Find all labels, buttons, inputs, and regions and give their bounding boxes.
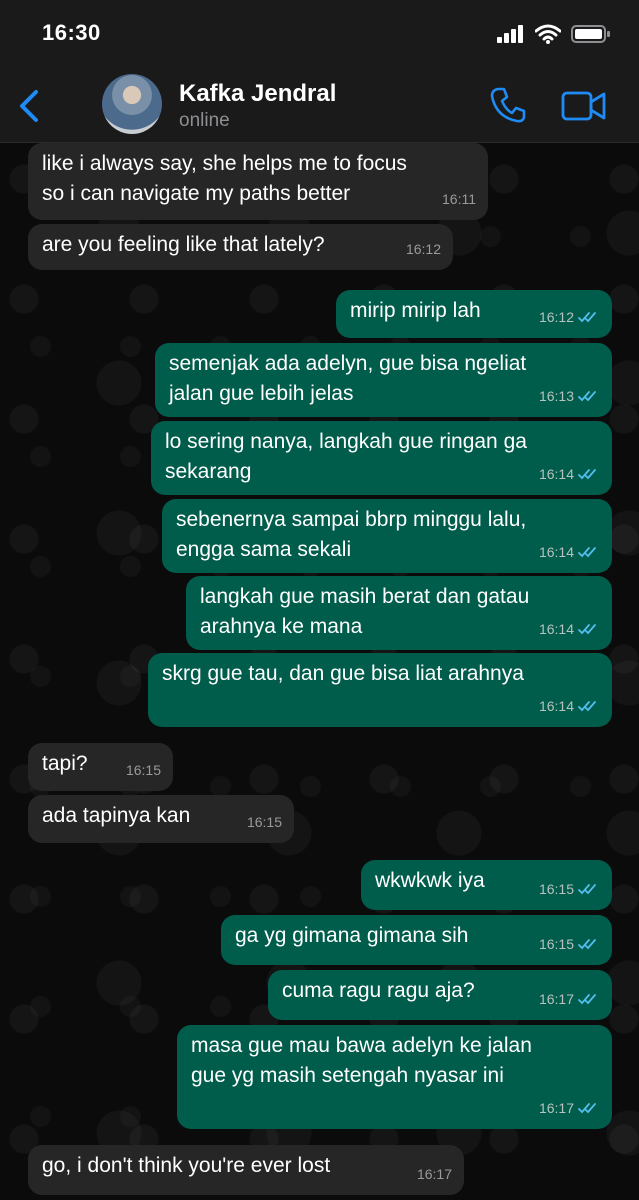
message-bubble-outgoing[interactable]: cuma ragu ragu aja? 16:17 xyxy=(268,970,612,1020)
read-receipt-icon xyxy=(578,547,596,558)
contact-status: online xyxy=(179,110,230,131)
read-receipt-icon xyxy=(578,1103,596,1114)
read-receipt-icon xyxy=(578,391,596,402)
contact-avatar[interactable] xyxy=(102,74,162,134)
chat-message-list[interactable]: like i always say, she helps me to focus… xyxy=(0,143,639,1200)
message-time: 16:15 xyxy=(538,936,574,952)
read-receipt-icon xyxy=(578,884,596,895)
status-bar: 16:30 xyxy=(0,0,639,70)
message-bubble-outgoing[interactable]: lo sering nanya, langkah gue ringan ga s… xyxy=(151,421,612,495)
message-time: 16:13 xyxy=(538,388,574,404)
message-text: lo sering nanya, langkah gue ringan ga s… xyxy=(165,430,527,483)
video-camera-icon xyxy=(561,91,606,121)
read-receipt-icon xyxy=(578,624,596,635)
read-receipt-icon xyxy=(578,994,596,1005)
message-bubble-incoming[interactable]: tapi? 16:15 xyxy=(28,743,173,791)
video-call-button[interactable] xyxy=(561,88,607,124)
message-text: skrg gue tau, dan gue bisa liat arahnya xyxy=(162,662,524,685)
message-bubble-outgoing[interactable]: langkah gue masih berat dan gatau arahny… xyxy=(186,576,612,650)
message-bubble-outgoing[interactable]: semenjak ada adelyn, gue bisa ngeliat ja… xyxy=(155,343,612,417)
status-icons xyxy=(497,24,611,44)
battery-icon xyxy=(571,25,610,43)
message-bubble-outgoing[interactable]: masa gue mau bawa adelyn ke jalan gue yg… xyxy=(177,1025,612,1129)
contact-name[interactable]: Kafka Jendral xyxy=(179,80,336,108)
message-bubble-incoming[interactable]: go, i don't think you're ever lost 16:17 xyxy=(28,1145,464,1195)
message-bubble-outgoing[interactable]: sebenernya sampai bbrp minggu lalu, engg… xyxy=(162,499,612,573)
message-time: 16:17 xyxy=(538,991,574,1007)
message-time: 16:15 xyxy=(246,814,282,830)
message-bubble-outgoing[interactable]: wkwkwk iya 16:15 xyxy=(361,860,612,910)
wifi-icon xyxy=(535,24,561,44)
message-time: 16:14 xyxy=(538,466,574,482)
message-time: 16:15 xyxy=(125,762,161,778)
message-time: 16:12 xyxy=(538,309,574,325)
message-bubble-incoming[interactable]: are you feeling like that lately? 16:12 xyxy=(28,224,453,270)
read-receipt-icon xyxy=(578,312,596,323)
back-button[interactable] xyxy=(14,86,44,126)
message-time: 16:14 xyxy=(538,698,574,714)
message-time: 16:14 xyxy=(538,544,574,560)
status-time: 16:30 xyxy=(42,20,101,45)
chat-header: Kafka Jendral online xyxy=(0,70,639,143)
message-text: are you feeling like that lately? xyxy=(42,233,325,256)
message-time: 16:11 xyxy=(442,191,476,207)
message-bubble-outgoing[interactable]: mirip mirip lah 16:12 xyxy=(336,290,612,338)
message-time: 16:12 xyxy=(405,241,441,257)
message-bubble-outgoing[interactable]: ga yg gimana gimana sih 16:15 xyxy=(221,915,612,965)
message-bubble-outgoing[interactable]: skrg gue tau, dan gue bisa liat arahnya … xyxy=(148,653,612,727)
message-text: like i always say, she helps me to focus… xyxy=(42,152,407,205)
chevron-left-icon xyxy=(20,90,38,122)
message-text: semenjak ada adelyn, gue bisa ngeliat ja… xyxy=(169,352,527,405)
message-time: 16:17 xyxy=(538,1100,574,1116)
read-receipt-icon xyxy=(578,939,596,950)
message-text: ada tapinya kan xyxy=(42,804,191,827)
message-time: 16:17 xyxy=(416,1166,452,1182)
message-text: masa gue mau bawa adelyn ke jalan gue yg… xyxy=(191,1034,532,1087)
message-text: go, i don't think you're ever lost xyxy=(42,1154,331,1177)
read-receipt-icon xyxy=(578,469,596,480)
message-bubble-incoming[interactable]: ada tapinya kan 16:15 xyxy=(28,795,294,843)
phone-icon xyxy=(490,87,526,123)
message-text: sebenernya sampai bbrp minggu lalu, engg… xyxy=(176,508,527,561)
cellular-signal-icon xyxy=(497,25,523,43)
message-bubble-incoming[interactable]: like i always say, she helps me to focus… xyxy=(28,143,488,220)
voice-call-button[interactable] xyxy=(490,86,526,124)
message-time: 16:15 xyxy=(538,881,574,897)
message-time: 16:14 xyxy=(538,621,574,637)
read-receipt-icon xyxy=(578,701,596,712)
